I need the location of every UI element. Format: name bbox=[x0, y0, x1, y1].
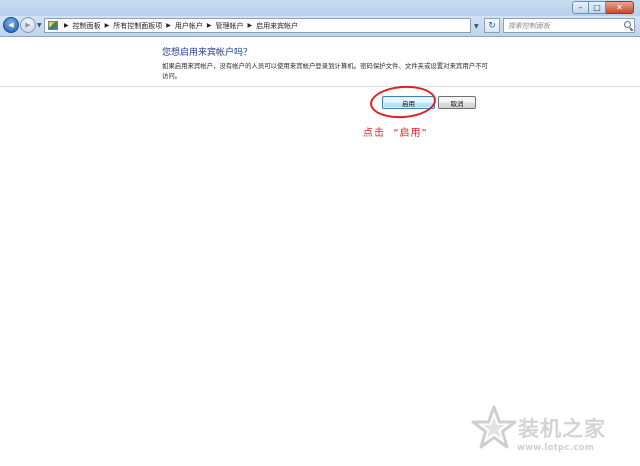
breadcrumb-separator[interactable]: ▶ bbox=[207, 22, 212, 29]
breadcrumb-enable-guest[interactable]: 启用来宾帐户 bbox=[256, 21, 298, 31]
forward-arrow-icon: ▶ bbox=[25, 20, 31, 29]
breadcrumb-separator[interactable]: ▶ bbox=[248, 22, 253, 29]
page-title: 您想启用来宾帐户吗？ bbox=[162, 48, 253, 58]
address-dropdown-icon[interactable]: ▼ bbox=[474, 23, 479, 30]
description-text: 如果启用来宾帐户，没有帐户的人员可以使用来宾帐户登录到计算机。密码保护文件、文件… bbox=[162, 62, 488, 80]
breadcrumb-separator[interactable]: ▶ bbox=[105, 22, 110, 29]
watermark-brand: 装机之家 bbox=[518, 416, 606, 441]
watermark-url: www.lotpc.com bbox=[517, 443, 595, 453]
minimize-button[interactable]: – bbox=[572, 1, 589, 14]
window: – □ ✕ ◀ ▶ ▼ ▶ 控制面板 ▶ 所有控制面板项 ▶ 用户帐户 ▶ 管理… bbox=[0, 0, 640, 466]
control-panel-icon bbox=[48, 21, 58, 30]
search-input[interactable]: 搜索控制面板 bbox=[503, 18, 635, 33]
back-arrow-icon: ◀ bbox=[8, 20, 14, 29]
maximize-button[interactable]: □ bbox=[589, 1, 606, 14]
breadcrumb-control-panel[interactable]: 控制面板 bbox=[73, 21, 101, 31]
forward-button[interactable]: ▶ bbox=[20, 17, 36, 33]
breadcrumb-user-accounts[interactable]: 用户帐户 bbox=[175, 21, 203, 31]
annotation-text: 点击 “启用” bbox=[363, 128, 428, 139]
breadcrumb-manage-accounts[interactable]: 管理帐户 bbox=[216, 21, 244, 31]
search-placeholder: 搜索控制面板 bbox=[508, 21, 550, 30]
back-button[interactable]: ◀ bbox=[3, 17, 19, 33]
history-dropdown-icon[interactable]: ▼ bbox=[37, 22, 42, 29]
highlight-circle bbox=[368, 83, 438, 121]
star-logo-icon bbox=[471, 405, 517, 449]
breadcrumb-separator[interactable]: ▶ bbox=[64, 22, 69, 29]
breadcrumb-separator[interactable]: ▶ bbox=[166, 22, 171, 29]
window-controls: – □ ✕ bbox=[572, 1, 634, 15]
close-button[interactable]: ✕ bbox=[606, 1, 634, 14]
search-icon[interactable] bbox=[624, 21, 631, 28]
cancel-button[interactable]: 取消 bbox=[438, 96, 476, 109]
breadcrumb-all-items[interactable]: 所有控制面板项 bbox=[113, 21, 162, 31]
title-bar: – □ ✕ bbox=[0, 0, 640, 16]
refresh-button[interactable]: ↻ bbox=[484, 18, 500, 33]
navigation-bar: ◀ ▶ ▼ ▶ 控制面板 ▶ 所有控制面板项 ▶ 用户帐户 ▶ 管理帐户 ▶ 启… bbox=[0, 16, 640, 37]
refresh-icon: ↻ bbox=[488, 20, 496, 31]
divider bbox=[0, 86, 640, 87]
address-bar[interactable]: ▶ 控制面板 ▶ 所有控制面板项 ▶ 用户帐户 ▶ 管理帐户 ▶ 启用来宾帐户 bbox=[44, 18, 471, 33]
